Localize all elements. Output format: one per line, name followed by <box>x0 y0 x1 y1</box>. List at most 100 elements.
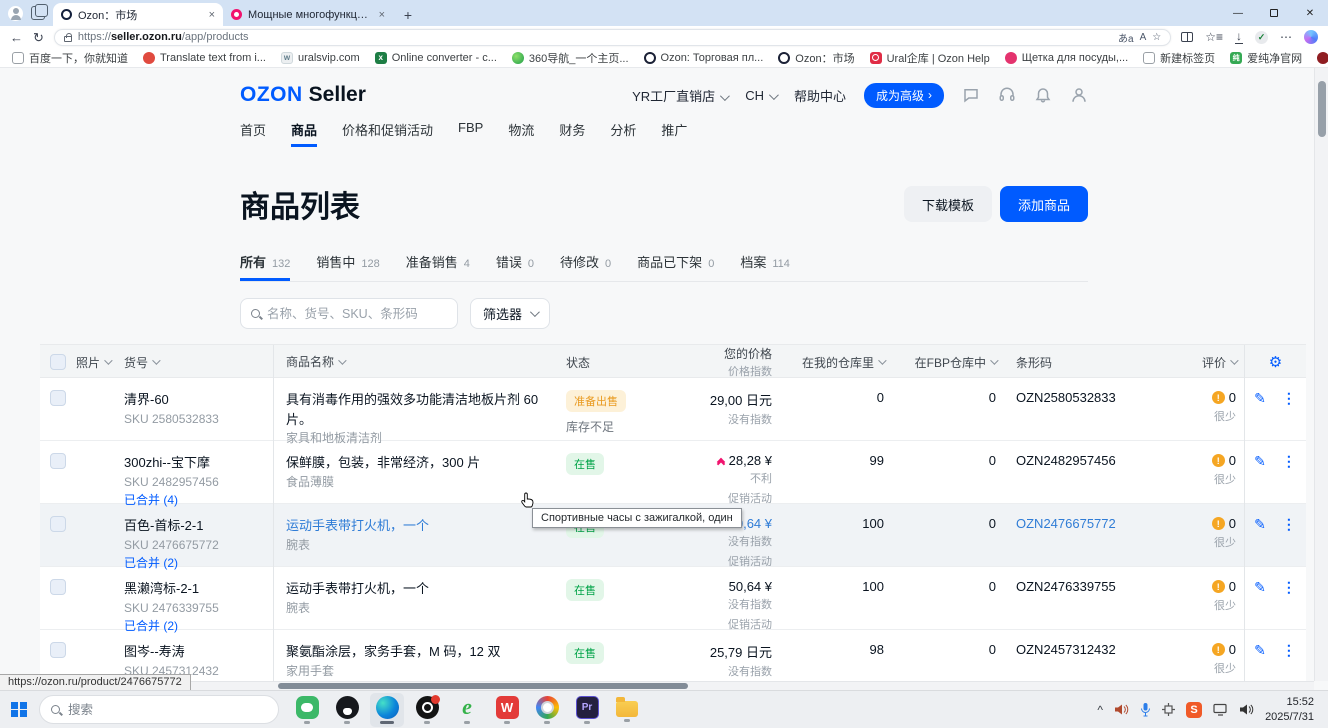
filter-tab[interactable]: 销售中 128 <box>316 252 379 281</box>
add-product-button[interactable]: 添加商品 <box>1000 186 1088 222</box>
taskbar-app-premiere[interactable]: Pr <box>570 693 604 727</box>
taskbar-search-input[interactable] <box>68 703 267 717</box>
chat-icon[interactable] <box>962 86 980 104</box>
header-photo[interactable]: 照片 <box>76 354 124 371</box>
ozon-logo[interactable]: OZONSeller <box>240 83 366 107</box>
product-name-link[interactable]: 保鲜膜，包装，非常经济，300 片 <box>286 453 550 473</box>
price-value[interactable]: 25,79 日元 <box>710 642 772 661</box>
taskbar-clock[interactable]: 15:52 2025/7/31 <box>1265 695 1314 724</box>
search-input[interactable] <box>267 307 447 321</box>
nav-item[interactable]: 商品 <box>291 120 317 147</box>
barcode-value[interactable]: OZN2580532833 <box>1004 378 1154 447</box>
taskbar-app-music[interactable] <box>410 693 444 727</box>
header-fbp-warehouse[interactable]: 在FBP仓库中 <box>892 354 1004 371</box>
filter-tab[interactable]: 待修改 0 <box>560 252 611 281</box>
vertical-scrollbar[interactable] <box>1314 68 1328 681</box>
item-name[interactable]: 百色-首标-2-1 <box>124 516 273 536</box>
split-screen-icon[interactable] <box>1181 32 1193 42</box>
product-name-link[interactable]: 运动手表带打火机，一个 <box>286 516 550 536</box>
item-name[interactable]: 清界-60 <box>124 390 273 410</box>
edit-pencil-icon[interactable]: ✎ <box>1254 516 1266 533</box>
filter-tab[interactable]: 准备销售 4 <box>406 252 470 281</box>
row-checkbox[interactable] <box>50 579 66 595</box>
taskbar-app-edge[interactable] <box>370 693 404 727</box>
volume-icon[interactable] <box>1239 703 1254 716</box>
microphone-icon[interactable] <box>1140 702 1151 717</box>
product-name-link[interactable]: 具有消毒作用的强效多功能清洁地板片剂 60 片。 <box>286 390 550 429</box>
remote-tool-icon[interactable] <box>1162 703 1175 716</box>
edit-pencil-icon[interactable]: ✎ <box>1254 453 1266 470</box>
speaker-icon[interactable] <box>1114 703 1129 716</box>
filter-tab[interactable]: 商品已下架 0 <box>637 252 714 281</box>
bookmark-item[interactable]: 章鱼AI <box>1317 50 1328 66</box>
taskbar-app-wps[interactable]: W <box>490 693 524 727</box>
barcode-value[interactable]: OZN2476339755 <box>1004 567 1154 635</box>
edit-pencil-icon[interactable]: ✎ <box>1254 579 1266 596</box>
sogou-input-icon[interactable]: S <box>1186 702 1202 718</box>
password-check-icon[interactable]: ✓ <box>1255 31 1268 44</box>
taskbar-app-qq[interactable] <box>330 693 364 727</box>
translate-page-icon[interactable]: あa <box>1118 30 1134 45</box>
price-value[interactable]: 28,28 ¥ <box>729 453 772 468</box>
item-name[interactable]: 300zhi--宝下摩 <box>124 453 273 473</box>
row-menu-icon[interactable]: ⋮ <box>1282 390 1297 407</box>
price-value[interactable]: 29,00 日元 <box>710 390 772 409</box>
bookmark-item[interactable]: Ural企库 | Ozon Help <box>870 50 990 66</box>
row-checkbox[interactable] <box>50 453 66 469</box>
profile-avatar-icon[interactable] <box>8 6 23 21</box>
select-all-checkbox[interactable] <box>50 354 66 370</box>
nav-item[interactable]: 价格和促销活动 <box>342 120 433 147</box>
read-aloud-icon[interactable]: A <box>1140 32 1147 43</box>
download-template-button[interactable]: 下载模板 <box>904 186 992 222</box>
row-menu-icon[interactable]: ⋮ <box>1282 516 1297 533</box>
table-row[interactable]: 300zhi--宝下摩 SKU 2482957456 已合并 (4) 保鲜膜，包… <box>40 441 1306 504</box>
notifications-bell-icon[interactable] <box>1034 86 1052 104</box>
bookmark-item[interactable]: 360导航_一个主页... <box>512 50 629 66</box>
close-button[interactable]: ✕ <box>1292 0 1328 26</box>
downloads-icon[interactable]: ↓ <box>1235 30 1243 44</box>
edit-pencil-icon[interactable]: ✎ <box>1254 642 1266 659</box>
table-settings-gear-icon[interactable]: ⚙ <box>1269 353 1282 371</box>
language-switcher[interactable]: CH <box>745 88 776 103</box>
vertical-scrollbar-thumb[interactable] <box>1318 81 1326 137</box>
horizontal-scrollbar-thumb[interactable] <box>278 683 688 689</box>
edit-pencil-icon[interactable]: ✎ <box>1254 390 1266 407</box>
taskbar-app-explorer[interactable] <box>610 693 644 727</box>
header-my-warehouse[interactable]: 在我的仓库里 <box>780 354 892 371</box>
browser-tab-inactive[interactable]: Мощные многофункциональнь × <box>223 3 393 26</box>
profile-icon[interactable] <box>1070 86 1088 104</box>
horizontal-scrollbar[interactable] <box>0 681 1314 690</box>
support-headset-icon[interactable] <box>998 86 1016 104</box>
taskbar-app-wechat[interactable] <box>290 693 324 727</box>
minimize-button[interactable]: — <box>1220 0 1256 26</box>
row-checkbox[interactable] <box>50 516 66 532</box>
nav-item[interactable]: 分析 <box>610 120 636 147</box>
address-bar[interactable]: https://seller.ozon.ru/app/products あa A… <box>54 29 1171 46</box>
new-tab-button[interactable]: + <box>397 4 419 26</box>
product-name-link[interactable]: 聚氨酯涂层，家务手套，M 码，12 双 <box>286 642 550 662</box>
bookmark-item[interactable]: w uralsvip.com <box>281 52 360 64</box>
nav-item[interactable]: 首页 <box>240 120 266 147</box>
taskbar-app-browser-e[interactable]: e <box>450 693 484 727</box>
row-checkbox[interactable] <box>50 390 66 406</box>
bookmark-item[interactable]: Ozon：市场 <box>778 50 854 66</box>
more-menu-icon[interactable]: ⋯ <box>1280 31 1292 43</box>
product-name-link[interactable]: 运动手表带打火机，一个 <box>286 579 550 599</box>
copilot-icon[interactable] <box>1304 30 1318 44</box>
become-premium-button[interactable]: 成为高级› <box>864 83 944 108</box>
bookmark-item[interactable]: 百度一下，你就知道 <box>12 50 128 66</box>
table-row[interactable]: 清界-60 SKU 2580532833 具有消毒作用的强效多功能清洁地板片剂 … <box>40 378 1306 441</box>
nav-item[interactable]: 财务 <box>559 120 585 147</box>
taskbar-app-browser360[interactable] <box>530 693 564 727</box>
start-button[interactable] <box>6 697 32 723</box>
bookmark-item[interactable]: Щетка для посуды,... <box>1005 52 1128 64</box>
taskbar-search[interactable] <box>39 695 279 724</box>
filter-tab[interactable]: 错误 0 <box>496 252 534 281</box>
item-name[interactable]: 图岑--寿涛 <box>124 642 273 662</box>
product-search[interactable] <box>240 298 458 329</box>
help-center-link[interactable]: 帮助中心 <box>794 86 846 105</box>
bookmark-item[interactable]: Ozon: Торговая пл... <box>644 52 764 64</box>
header-product-name[interactable]: 商品名称 <box>274 353 566 371</box>
display-icon[interactable] <box>1213 703 1228 716</box>
barcode-value[interactable]: OZN2482957456 <box>1004 441 1154 509</box>
